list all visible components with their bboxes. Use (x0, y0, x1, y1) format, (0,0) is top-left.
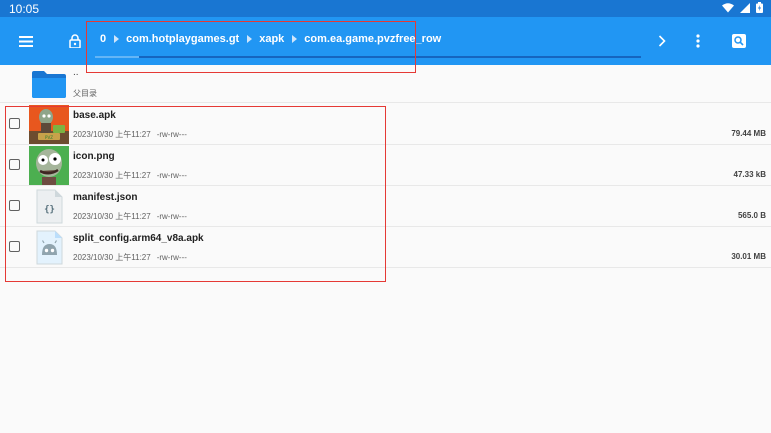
file-row-manifest-json[interactable]: {} manifest.json 2023/10/30 上午11:27 -rw-r… (0, 186, 771, 227)
lock-icon[interactable] (63, 29, 87, 53)
toolbar: 0 com.hotplaygames.gt xapk com.ea.game.p… (0, 17, 771, 65)
menu-icon[interactable] (14, 29, 38, 53)
chevron-right-icon (114, 35, 120, 43)
search-icon[interactable] (727, 29, 751, 53)
file-checkbox[interactable] (9, 241, 20, 252)
file-permissions: -rw-rw--- (156, 253, 187, 262)
wifi-icon (722, 2, 734, 16)
file-meta: 2023/10/30 上午11:27 -rw-rw--- (73, 170, 187, 181)
pvz-app-icon: PVZ (29, 105, 69, 144)
parent-directory-row[interactable]: .. 父目录 (0, 66, 771, 103)
file-name: base.apk (73, 110, 116, 121)
file-permissions: -rw-rw--- (156, 171, 187, 180)
file-permissions: -rw-rw--- (156, 130, 187, 139)
file-date: 2023/10/30 上午11:27 (73, 171, 151, 180)
file-meta: 2023/10/30 上午11:27 -rw-rw--- (73, 129, 187, 140)
file-checkbox[interactable] (9, 200, 20, 211)
file-name: icon.png (73, 151, 115, 162)
file-size: 47.33 kB (733, 170, 766, 179)
android-apk-icon (29, 228, 69, 267)
breadcrumb-item-xapk[interactable]: xapk (259, 33, 284, 45)
folder-icon (31, 69, 67, 104)
file-date: 2023/10/30 上午11:27 (73, 212, 151, 221)
battery-icon (756, 2, 763, 16)
file-meta: 2023/10/30 上午11:27 -rw-rw--- (73, 211, 187, 222)
file-size: 79.44 MB (731, 129, 766, 138)
more-vert-icon[interactable] (686, 29, 710, 53)
file-row-icon-png[interactable]: icon.png 2023/10/30 上午11:27 -rw-rw--- 47.… (0, 145, 771, 186)
chevron-right-icon (247, 35, 253, 43)
file-permissions: -rw-rw--- (156, 212, 187, 221)
file-name: manifest.json (73, 192, 138, 203)
chevron-right-icon (292, 35, 298, 43)
signal-icon (740, 2, 750, 16)
zombie-image-icon (29, 146, 69, 185)
file-row-split-config-apk[interactable]: split_config.arm64_v8a.apk 2023/10/30 上午… (0, 227, 771, 268)
breadcrumb-item-pvzfree[interactable]: com.ea.game.pvzfree_row (304, 33, 441, 45)
json-file-icon: {} (29, 187, 69, 226)
file-date: 2023/10/30 上午11:27 (73, 253, 151, 262)
breadcrumb-item-hotplaygames[interactable]: com.hotplaygames.gt (126, 33, 239, 45)
breadcrumb: 0 com.hotplaygames.gt xapk com.ea.game.p… (100, 33, 441, 45)
path-progress-fill (95, 56, 139, 58)
breadcrumb-item-root[interactable]: 0 (100, 33, 106, 45)
file-checkbox[interactable] (9, 159, 20, 170)
status-time: 10:05 (9, 2, 40, 16)
parent-directory-name: .. (73, 67, 79, 78)
file-checkbox[interactable] (9, 118, 20, 129)
path-progress-bar (95, 56, 641, 58)
file-date: 2023/10/30 上午11:27 (73, 130, 151, 139)
chevron-right-icon[interactable] (650, 29, 674, 53)
parent-directory-label: 父目录 (73, 89, 97, 98)
svg-text:PVZ: PVZ (45, 135, 53, 140)
file-name: split_config.arm64_v8a.apk (73, 233, 204, 244)
file-size: 565.0 B (737, 211, 766, 220)
file-meta: 2023/10/30 上午11:27 -rw-rw--- (73, 252, 187, 263)
file-row-base-apk[interactable]: PVZ base.apk 2023/10/30 上午11:27 -rw-rw---… (0, 104, 771, 145)
svg-text:{}: {} (44, 205, 55, 215)
status-bar: 10:05 (0, 0, 771, 17)
file-size: 30.01 MB (731, 252, 766, 261)
